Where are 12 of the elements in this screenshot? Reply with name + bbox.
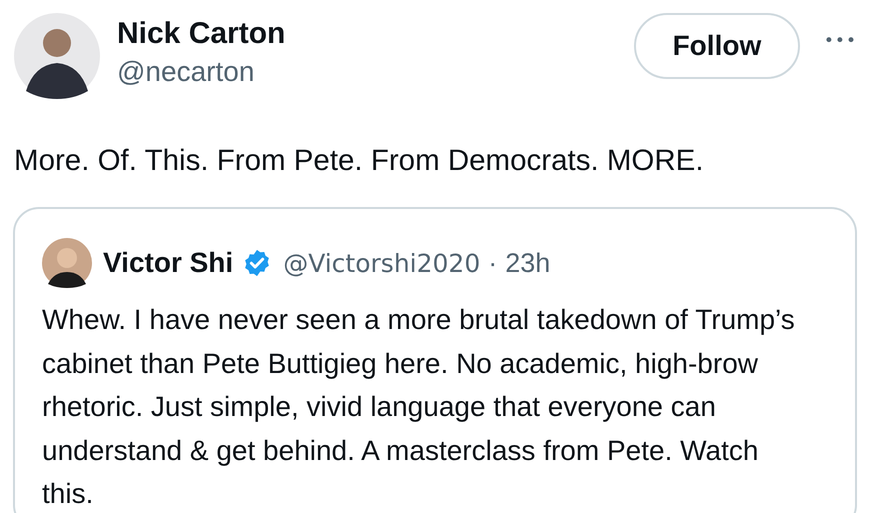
tweet-text: More. Of. This. From Pete. From Democrats. MORE.	[14, 143, 705, 179]
more-button[interactable]: •••	[824, 31, 857, 51]
author-name[interactable]: Nick Carton	[117, 16, 286, 52]
quote-card[interactable]	[13, 207, 857, 513]
quote-author-handle[interactable]: @Victorshi2020	[283, 248, 480, 278]
quote-text: Whew. I have never seen a more brutal takedown of Trump’s cabinet than Pete Buttigieg here. No academic, high-brow rhetoric. Just simple, vivid language that everyone can understand & get behind. A masterclass from Pete. Watch this.	[42, 303, 796, 511]
separator-dot: ·	[488, 248, 498, 278]
quote-author-name[interactable]: Victor Shi	[103, 247, 234, 279]
timestamp[interactable]: 23h	[505, 248, 550, 278]
follow-button[interactable]: Follow	[634, 13, 800, 79]
author-handle[interactable]: @necarton	[117, 55, 286, 89]
avatar	[42, 238, 92, 288]
